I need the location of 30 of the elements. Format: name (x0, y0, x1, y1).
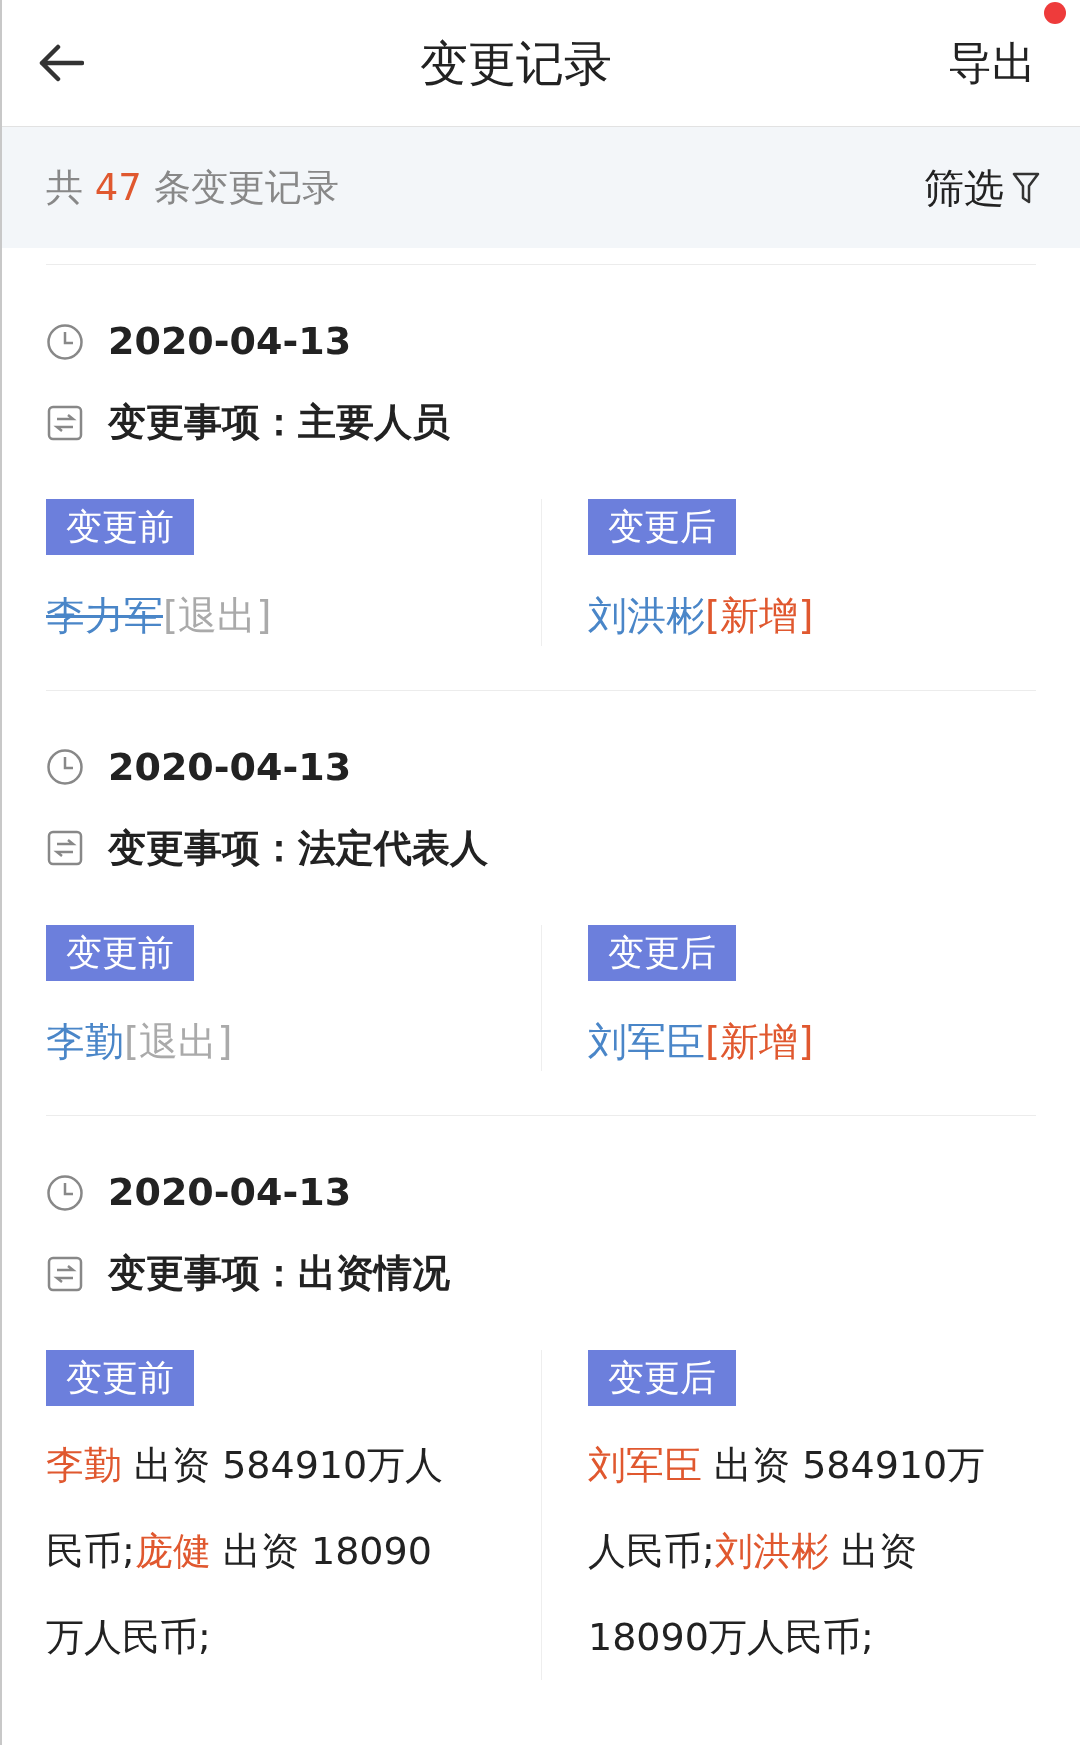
capital-change-text: 刘军臣 出资 584910万人民币;刘洪彬 出资 18090万人民币; (588, 1442, 987, 1661)
export-button[interactable]: 导出 (948, 30, 1036, 96)
person-change: 李力军[退出] (46, 592, 273, 640)
person-change: 刘军臣[新增] (588, 1017, 815, 1066)
before-label: 变更前 (46, 1350, 194, 1406)
change-item: 变更事项：主要人员 (108, 399, 450, 446)
change-icon (46, 829, 84, 867)
filter-icon (1012, 170, 1040, 205)
before-label: 变更前 (46, 924, 194, 981)
change-icon (46, 403, 84, 442)
clock-icon (46, 748, 84, 786)
change-date: 2020-04-13 (108, 1169, 352, 1216)
back-button[interactable] (38, 43, 84, 83)
clock-icon (46, 1173, 84, 1212)
change-item: 变更事项：出资情况 (108, 1250, 450, 1297)
after-label: 变更后 (588, 924, 736, 981)
record-count-text: 共 47 条变更记录 (46, 164, 339, 211)
capital-change-text: 李勤 出资 584910万人民币;庞健 出资 18090万人民币; (46, 1442, 445, 1661)
page-title: 变更记录 (420, 34, 612, 93)
filter-button[interactable]: 筛选 (924, 157, 1040, 218)
after-label: 变更后 (588, 1350, 736, 1406)
change-item: 变更事项：法定代表人 (108, 824, 488, 872)
change-date: 2020-04-13 (108, 743, 352, 791)
change-icon (46, 1254, 84, 1293)
change-date: 2020-04-13 (108, 318, 352, 365)
before-label: 变更前 (46, 499, 194, 555)
clock-icon (46, 322, 84, 361)
person-change: 李勤[退出] (46, 1017, 234, 1066)
after-label: 变更后 (588, 499, 736, 555)
person-change: 刘洪彬[新增] (588, 592, 815, 640)
